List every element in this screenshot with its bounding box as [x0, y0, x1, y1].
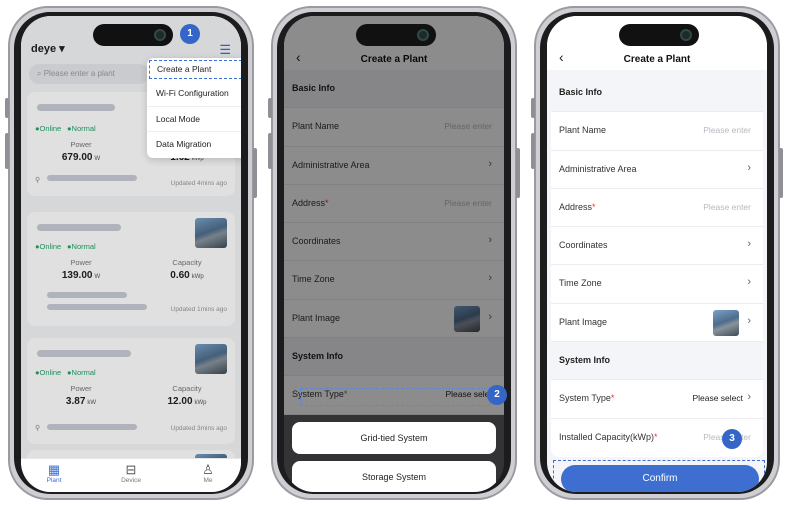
option-grid-tied[interactable]: Grid-tied System: [292, 422, 496, 454]
tab-device[interactable]: ⊟ Device: [106, 462, 156, 484]
menu-item-create-plant[interactable]: Create a Plant: [149, 60, 241, 79]
plant-image-thumbnail: [713, 309, 739, 336]
field-plant-name[interactable]: Plant Name Please enter: [551, 112, 763, 151]
person-icon: ♙: [202, 462, 214, 477]
tab-me[interactable]: ♙ Me: [183, 462, 233, 484]
dynamic-island: [619, 24, 699, 46]
page-title: Create a Plant: [623, 54, 691, 65]
plant-icon: ▦: [47, 462, 61, 477]
screen-create-plant: ‹ Create a Plant Basic Info Plant Name Pl…: [547, 16, 767, 492]
step-badge-2: 2: [487, 385, 507, 405]
screen-create-plant-picker: ‹ Create a Plant Basic Info Plant Name Pl…: [284, 16, 504, 492]
menu-item-wifi-config[interactable]: Wi-Fi Configuration: [147, 81, 241, 107]
chevron-right-icon: ›: [747, 161, 751, 174]
screen-plant-list: deye ▾ ☰ ⌕ Please enter a plant ●Online …: [21, 16, 241, 492]
side-button: [5, 133, 9, 169]
chevron-right-icon: ›: [747, 391, 751, 404]
field-system-type[interactable]: System Type* Please select ›: [551, 380, 763, 419]
phone-plant-list: deye ▾ ☰ ⌕ Please enter a plant ●Online …: [5, 6, 257, 500]
side-button: [253, 148, 257, 198]
device-icon: ⊟: [125, 462, 137, 477]
step-badge-1: 1: [180, 24, 200, 44]
modal-overlay[interactable]: [284, 16, 504, 492]
section-system-info: System Info: [551, 342, 763, 381]
plant-form: Basic Info Plant Name Please enter Admini…: [551, 74, 763, 457]
option-storage[interactable]: Storage System: [292, 461, 496, 492]
dynamic-island: [93, 24, 173, 46]
field-admin-area[interactable]: Administrative Area ›: [551, 151, 763, 189]
field-plant-image[interactable]: Plant Image ›: [551, 304, 763, 343]
create-menu-dropdown: Create a Plant Wi-Fi Configuration Local…: [147, 58, 241, 158]
chevron-right-icon: ›: [747, 276, 751, 289]
tab-bar: ▦ Plant ⊟ Device ♙ Me: [21, 458, 241, 492]
camera-icon: [154, 29, 166, 41]
tab-plant[interactable]: ▦ Plant: [29, 462, 79, 484]
side-button: [531, 98, 535, 118]
field-time-zone[interactable]: Time Zone ›: [551, 265, 763, 304]
phone-system-type-picker: ‹ Create a Plant Basic Info Plant Name Pl…: [268, 6, 520, 500]
menu-item-local-mode[interactable]: Local Mode: [147, 107, 241, 132]
section-basic-info: Basic Info: [551, 74, 763, 113]
field-address[interactable]: Address* Please enter: [551, 189, 763, 228]
tutorial-stage: deye ▾ ☰ ⌕ Please enter a plant ●Online …: [0, 0, 786, 505]
highlight-system-type: [300, 388, 490, 406]
side-button: [531, 133, 535, 169]
side-button: [268, 98, 272, 118]
side-button: [516, 148, 520, 198]
chevron-right-icon: ›: [747, 314, 751, 327]
highlight-confirm: [553, 460, 765, 492]
menu-item-data-migration[interactable]: Data Migration: [147, 132, 241, 158]
step-badge-3: 3: [722, 429, 742, 449]
camera-icon: [680, 29, 692, 41]
dynamic-island: [356, 24, 436, 46]
camera-icon: [417, 29, 429, 41]
side-button: [5, 98, 9, 118]
phone-create-plant-form: ‹ Create a Plant Basic Info Plant Name Pl…: [531, 6, 783, 500]
field-coordinates[interactable]: Coordinates ›: [551, 227, 763, 266]
side-button: [268, 133, 272, 169]
side-button: [779, 148, 783, 198]
chevron-right-icon: ›: [747, 238, 751, 251]
